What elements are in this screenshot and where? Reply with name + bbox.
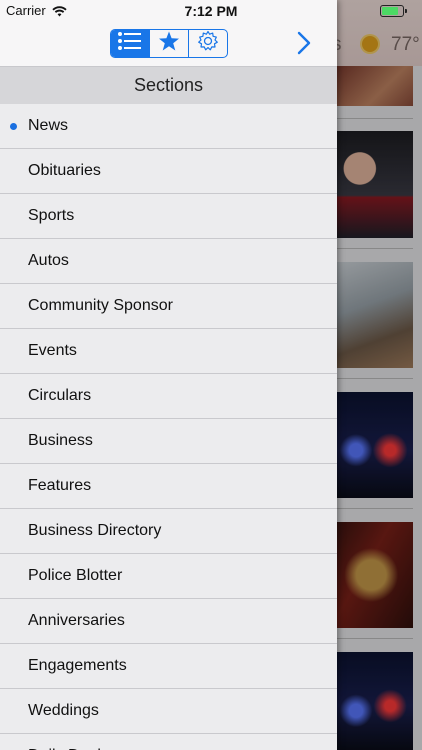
segment-settings[interactable] [189, 30, 227, 57]
section-item-sports[interactable]: Sports [0, 194, 337, 239]
section-item-police-blotter[interactable]: Police Blotter [0, 554, 337, 599]
section-item-label: Weddings [28, 702, 99, 719]
battery-icon [380, 5, 407, 17]
gear-icon [197, 30, 219, 57]
section-item-features[interactable]: Features [0, 464, 337, 509]
selected-indicator-icon [10, 123, 17, 130]
section-item-obituaries[interactable]: Obituaries [0, 149, 337, 194]
section-item-events[interactable]: Events [0, 329, 337, 374]
section-item-weddings[interactable]: Weddings [0, 689, 337, 734]
section-item-label: Features [28, 477, 92, 494]
status-bar: Carrier 7:12 PM [0, 0, 422, 22]
section-item-news[interactable]: News [0, 104, 337, 149]
list-icon [117, 31, 143, 56]
section-item-anniversaries[interactable]: Anniversaries [0, 599, 337, 644]
section-item-business[interactable]: Business [0, 419, 337, 464]
section-item-label: Obituaries [28, 162, 101, 179]
status-time: 7:12 PM [184, 3, 238, 19]
sections-list: News Obituaries Sports Autos Community Spons… [0, 104, 337, 750]
section-item-label: Business [28, 432, 93, 449]
section-item-circulars[interactable]: Circulars [0, 374, 337, 419]
section-item-label: Business Directory [28, 522, 162, 539]
section-item-label: Events [28, 342, 77, 359]
battery-level [382, 7, 399, 15]
battery-nub [405, 9, 407, 13]
section-item-engagements[interactable]: Engagements [0, 644, 337, 689]
section-item-label: Circulars [28, 387, 92, 404]
sections-drawer: Sections News Obituaries Sports Autos Commun… [0, 0, 337, 750]
sections-header: Sections [0, 67, 337, 104]
section-item-label: Autos [28, 252, 69, 269]
section-item-label: Sports [28, 207, 75, 224]
section-item-autos[interactable]: Autos [0, 239, 337, 284]
section-item-business-directory[interactable]: Business Directory [0, 509, 337, 554]
section-item-label: Police Blotter [28, 567, 123, 584]
section-item-label: Engagements [28, 657, 127, 674]
segment-favorites[interactable] [150, 30, 189, 57]
star-icon [158, 31, 180, 57]
section-item-community-sponsor[interactable]: Community Sponsor [0, 284, 337, 329]
section-item-label: Daily Deals [28, 734, 109, 750]
section-item-label: Community Sponsor [28, 297, 173, 314]
segment-sections[interactable] [111, 30, 150, 57]
section-item-label: Anniversaries [28, 612, 125, 629]
chevron-right-icon[interactable] [296, 31, 312, 60]
section-item-daily-deals[interactable]: Daily Deals [0, 734, 337, 750]
view-segmented-control[interactable] [110, 29, 228, 58]
section-item-label: News [28, 117, 69, 134]
